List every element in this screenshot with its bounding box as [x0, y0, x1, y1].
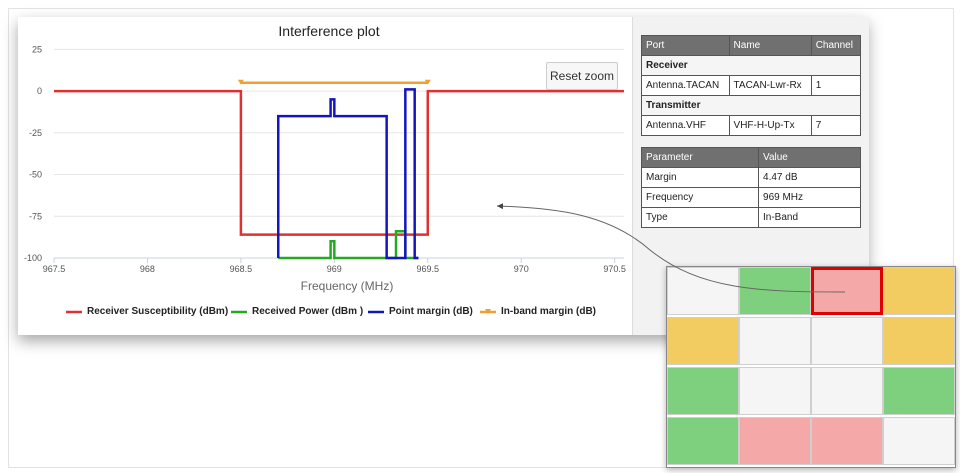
matrix-cell[interactable] [811, 367, 883, 415]
legend-label: In-band margin (dB) [501, 306, 596, 317]
legend-item-2[interactable]: Point margin (dB) [368, 306, 473, 317]
x-axis-label: Frequency (MHz) [301, 279, 394, 293]
series-line-0 [54, 89, 624, 236]
parameter-table: Parameter Value Margin 4.47 dB Frequency… [640, 147, 861, 228]
chart-title: Interference plot [278, 23, 379, 39]
matrix-cell[interactable] [883, 417, 955, 465]
legend-label: Received Power (dBm ) [252, 306, 364, 317]
x-tick-label: 969 [327, 264, 342, 274]
interference-matrix [666, 266, 956, 468]
channel-header: Channel [810, 35, 862, 56]
x-tick-label: 969.5 [417, 264, 440, 274]
port-header: Port [641, 35, 730, 56]
x-tick-label: 970.5 [603, 264, 626, 274]
reset-zoom-button[interactable]: Reset zoom [546, 62, 618, 90]
value-header: Value [758, 147, 861, 168]
legend-item-3[interactable]: In-band margin (dB) [480, 306, 596, 317]
legend-marker [368, 310, 384, 313]
matrix-cell[interactable] [883, 317, 955, 365]
matrix-cell[interactable] [739, 367, 811, 415]
margin-label: Margin [640, 167, 760, 188]
type-label: Type [640, 207, 760, 228]
matrix-cell[interactable] [667, 417, 739, 465]
parameter-header: Parameter [640, 147, 760, 168]
frequency-label: Frequency [640, 187, 760, 208]
x-tick-label: 968.5 [230, 264, 253, 274]
legend-label: Point margin (dB) [389, 306, 473, 317]
transmitter-port: Antenna.VHF [641, 115, 730, 136]
receiver-channel: 1 [810, 75, 862, 96]
y-tick-label: -50 [29, 170, 42, 180]
x-tick-label: 968 [140, 264, 155, 274]
y-tick-label: -75 [29, 211, 42, 221]
connection-table: Port Name Channel Receiver Antenna.TACAN… [641, 35, 862, 136]
matrix-cell[interactable] [667, 267, 739, 315]
matrix-cell[interactable] [739, 267, 811, 315]
matrix-cell[interactable] [883, 367, 955, 415]
transmitter-channel: 7 [810, 115, 862, 136]
matrix-cell[interactable] [811, 317, 883, 365]
series-line-2 [277, 88, 419, 260]
legend-label: Receiver Susceptibility (dBm) [87, 306, 229, 317]
margin-value: 4.47 dB [758, 167, 861, 188]
receiver-port: Antenna.TACAN [641, 75, 730, 96]
legend-marker [231, 310, 247, 313]
x-tick-label: 967.5 [43, 264, 66, 274]
matrix-cell[interactable] [739, 417, 811, 465]
matrix-cell-selected[interactable] [811, 267, 883, 315]
y-tick-label: -100 [24, 253, 42, 263]
transmitter-name: VHF-H-Up-Tx [728, 115, 812, 136]
receiver-name: TACAN-Lwr-Rx [728, 75, 812, 96]
type-value: In-Band [758, 207, 861, 228]
legend-item-1[interactable]: Received Power (dBm ) [231, 306, 363, 317]
transmitter-section: Transmitter [641, 95, 861, 116]
matrix-cell[interactable] [883, 267, 955, 315]
legend-marker [480, 308, 496, 314]
y-tick-label: 0 [37, 86, 42, 96]
legend-item-0[interactable]: Receiver Susceptibility (dBm) [66, 306, 228, 317]
legend-marker [66, 310, 82, 313]
matrix-cell[interactable] [667, 367, 739, 415]
frequency-value: 969 MHz [758, 187, 861, 208]
y-tick-label: 25 [32, 44, 42, 54]
matrix-cell[interactable] [667, 317, 739, 365]
receiver-section: Receiver [641, 55, 861, 76]
interference-chart[interactable]: Interference plot 25 0 -25 -50 -75 -100967.5 96… [18, 17, 632, 335]
y-tick-label: -25 [29, 128, 42, 138]
matrix-cell[interactable] [739, 317, 811, 365]
name-header: Name [728, 35, 812, 56]
x-tick-label: 970 [514, 264, 529, 274]
matrix-cell[interactable] [811, 417, 883, 465]
